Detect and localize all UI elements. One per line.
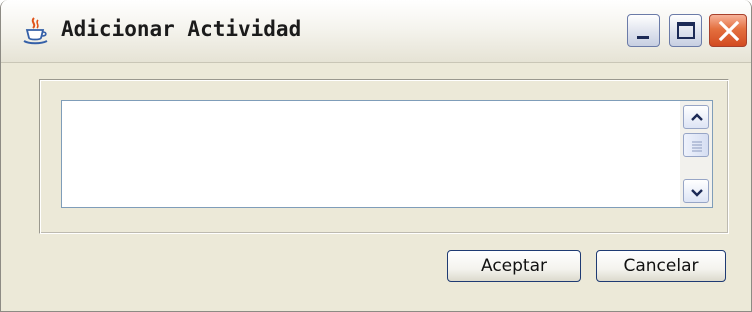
minimize-icon — [637, 36, 649, 39]
window-title: Adicionar Actividad — [61, 17, 302, 41]
minimize-button[interactable] — [627, 14, 660, 47]
activity-text-area-container — [61, 100, 713, 208]
scroll-up-button[interactable] — [683, 105, 709, 129]
dialog-content: Aceptar Cancelar — [1, 63, 751, 311]
grip-icon — [692, 141, 702, 152]
maximize-button[interactable] — [669, 14, 702, 47]
chevron-up-icon — [691, 113, 703, 121]
scroll-down-button[interactable] — [683, 179, 709, 203]
accept-button[interactable]: Aceptar — [447, 250, 581, 282]
close-button[interactable] — [709, 14, 747, 47]
title-bar[interactable]: Adicionar Actividad — [1, 0, 751, 63]
maximize-icon — [677, 22, 695, 39]
vertical-scrollbar[interactable] — [680, 101, 712, 207]
close-icon — [718, 20, 740, 42]
cancel-button[interactable]: Cancelar — [596, 250, 726, 282]
activity-text-area[interactable] — [62, 101, 680, 207]
java-cup-icon — [21, 16, 51, 46]
scroll-thumb[interactable] — [683, 133, 709, 157]
chevron-down-icon — [691, 189, 703, 197]
dialog-window: Adicionar Actividad Aceptar Cancelar — [0, 0, 752, 312]
